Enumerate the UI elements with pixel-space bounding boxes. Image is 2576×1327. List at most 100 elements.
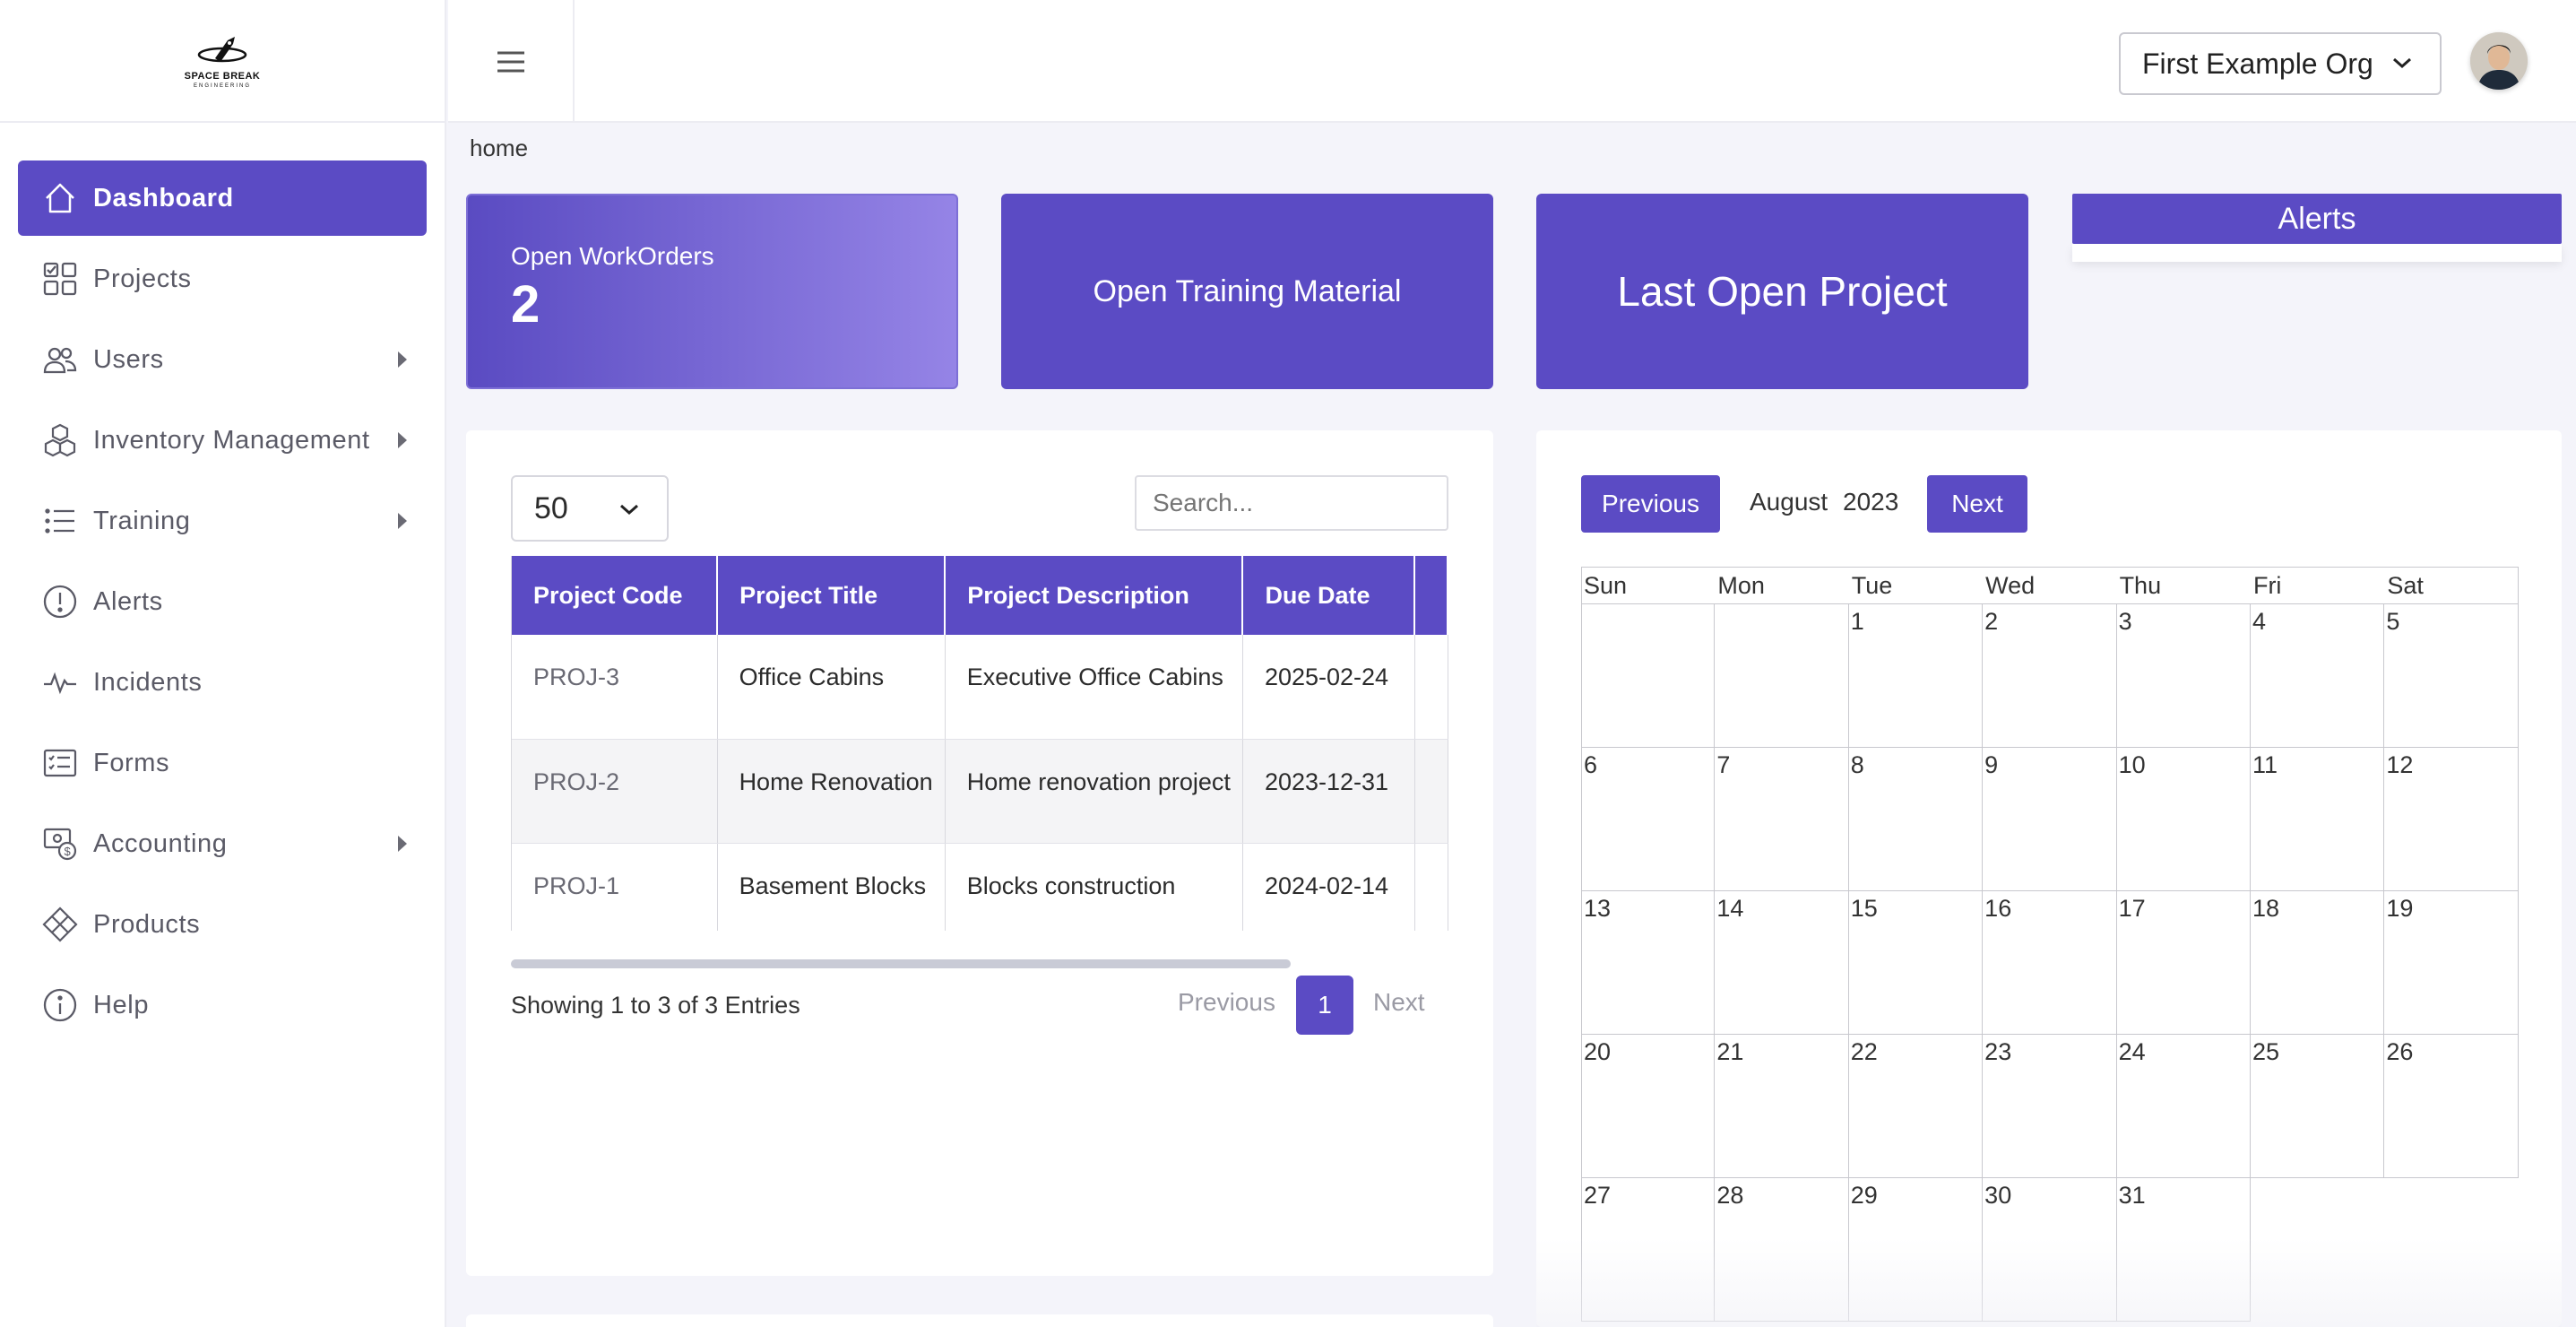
org-select-value: First Example Org <box>2142 47 2373 80</box>
project-code-cell: PROJ-2 <box>512 739 718 844</box>
calendar-day[interactable]: 4 <box>2250 604 2385 748</box>
column-header-project-code[interactable]: Project Code <box>512 556 719 635</box>
calendar-next-button[interactable]: Next <box>1927 475 2027 533</box>
table-entries-info: Showing 1 to 3 of 3 Entries <box>511 992 800 1019</box>
calendar-day[interactable]: 23 <box>1983 1035 2117 1178</box>
users-icon <box>41 341 79 378</box>
avatar[interactable] <box>2470 32 2528 90</box>
pagination-page-button[interactable]: 1 <box>1296 976 1353 1035</box>
table-search-input[interactable] <box>1135 475 1448 531</box>
sidebar-item-forms[interactable]: Forms <box>18 725 427 801</box>
calendar-day[interactable]: 8 <box>1848 748 1984 891</box>
calendar-day[interactable]: 24 <box>2116 1035 2251 1178</box>
calendar-day[interactable]: 30 <box>1983 1178 2117 1322</box>
calendar-day[interactable]: 6 <box>1581 748 1716 891</box>
column-header-project-description[interactable]: Project Description <box>945 556 1244 635</box>
calendar-day[interactable]: 16 <box>1983 891 2117 1035</box>
sidebar-nav: Dashboard Projects Users Inventory Manag… <box>0 123 445 1043</box>
calendar-day[interactable]: 2 <box>1983 604 2117 748</box>
project-code-cell: PROJ-3 <box>512 635 718 740</box>
sidebar-item-alerts[interactable]: Alerts <box>18 564 427 639</box>
column-header-due-date[interactable]: Due Date <box>1242 556 1416 635</box>
topbar: First Example Org <box>448 0 2576 123</box>
calendar-day[interactable]: 9 <box>1983 748 2117 891</box>
boxes-icon <box>41 421 79 459</box>
calendar-day[interactable]: 20 <box>1581 1035 1716 1178</box>
caret-right-icon <box>398 836 407 852</box>
calendar-day[interactable]: 22 <box>1848 1035 1984 1178</box>
sidebar-item-projects[interactable]: Projects <box>18 241 427 317</box>
calendar-day[interactable]: 31 <box>2116 1178 2251 1322</box>
chevron-down-icon <box>2393 57 2411 69</box>
table-header-row: Project Code Project Title Project Descr… <box>512 556 1448 635</box>
sidebar-item-label: Alerts <box>93 586 163 616</box>
project-title-cell: Home Renovation <box>717 739 946 844</box>
calendar-year: 2023 <box>1843 488 1899 516</box>
calendar-day[interactable]: 17 <box>2116 891 2251 1035</box>
calendar-day[interactable]: 14 <box>1715 891 1849 1035</box>
calendar-day[interactable]: 12 <box>2384 748 2519 891</box>
project-description-cell: Blocks construction <box>945 843 1243 931</box>
weekday-label: Wed <box>1985 572 2036 599</box>
extra-cell <box>1414 635 1448 740</box>
projects-table-scroll[interactable]: Project Code Project Title Project Descr… <box>511 556 1448 931</box>
sidebar-item-dashboard[interactable]: Dashboard <box>18 160 427 236</box>
calendar-day[interactable]: 3 <box>2116 604 2251 748</box>
calendar-day[interactable]: 18 <box>2250 891 2385 1035</box>
calendar-day[interactable]: 1 <box>1848 604 1984 748</box>
calendar-day[interactable]: 11 <box>2250 748 2385 891</box>
calendar-day[interactable]: 10 <box>2116 748 2251 891</box>
open-training-material-card[interactable]: Open Training Material <box>1001 194 1493 389</box>
sidebar-item-label: Accounting <box>93 828 228 858</box>
org-select[interactable]: First Example Org <box>2119 32 2442 95</box>
calendar-day[interactable]: 19 <box>2384 891 2519 1035</box>
calendar-day[interactable]: 21 <box>1715 1035 1849 1178</box>
sidebar-item-users[interactable]: Users <box>18 322 427 397</box>
chevron-down-icon <box>620 504 638 516</box>
open-workorders-card[interactable]: Open WorkOrders 2 <box>466 194 958 389</box>
calendar-day[interactable]: 13 <box>1581 891 1716 1035</box>
calendar-day[interactable]: 25 <box>2250 1035 2385 1178</box>
logo-text: SPACE BREAK <box>184 70 261 82</box>
table-horizontal-scrollbar[interactable] <box>511 959 1291 968</box>
table-row[interactable]: PROJ-2 Home Renovation Home renovation p… <box>512 739 1448 844</box>
calendar-day[interactable]: 26 <box>2384 1035 2519 1178</box>
sidebar-item-help[interactable]: Help <box>18 967 427 1043</box>
column-header-project-title[interactable]: Project Title <box>717 556 947 635</box>
list-icon <box>41 502 79 540</box>
calendar-month: August <box>1750 488 1828 516</box>
info-icon <box>41 986 79 1024</box>
company-logo[interactable]: SPACE BREAK ENGINEERING <box>185 33 261 89</box>
menu-toggle-button[interactable] <box>448 0 575 123</box>
sidebar-item-products[interactable]: Products <box>18 887 427 962</box>
open-training-material-label: Open Training Material <box>1093 273 1402 308</box>
calendar-day[interactable]: 7 <box>1715 748 1849 891</box>
entries-per-page-value: 50 <box>534 490 568 525</box>
calendar-day[interactable]: 5 <box>2384 604 2519 748</box>
project-description-cell: Executive Office Cabins <box>945 635 1243 740</box>
calendar-day[interactable]: 29 <box>1848 1178 1984 1322</box>
last-open-project-card[interactable]: Last Open Project <box>1536 194 2028 389</box>
calendar-day[interactable]: 27 <box>1581 1178 1716 1322</box>
calendar-day[interactable]: 15 <box>1848 891 1984 1035</box>
pagination-next-button[interactable]: Next <box>1373 988 1425 1017</box>
sidebar-item-label: Help <box>93 990 150 1019</box>
sidebar-item-inventory[interactable]: Inventory Management <box>18 403 427 478</box>
sidebar-item-accounting[interactable]: $ Accounting <box>18 806 427 881</box>
extra-cell <box>1414 843 1448 931</box>
breadcrumb[interactable]: home <box>470 134 528 162</box>
weekday-label: Sun <box>1584 572 1628 599</box>
calendar-previous-button[interactable]: Previous <box>1581 475 1720 533</box>
table-row[interactable]: PROJ-3 Office Cabins Executive Office Ca… <box>512 635 1448 740</box>
calendar-day[interactable]: 28 <box>1715 1178 1849 1322</box>
pagination-previous-button[interactable]: Previous <box>1178 988 1275 1017</box>
table-row[interactable]: PROJ-1 Basement Blocks Blocks constructi… <box>512 843 1448 931</box>
sidebar-item-training[interactable]: Training <box>18 483 427 559</box>
alerts-panel-body <box>2072 244 2562 262</box>
sidebar-item-label: Training <box>93 506 191 535</box>
entries-per-page-select[interactable]: 50 <box>511 475 669 542</box>
open-workorders-label: Open WorkOrders <box>511 242 714 270</box>
weekday-label: Sat <box>2387 572 2424 599</box>
sidebar-item-incidents[interactable]: Incidents <box>18 645 427 720</box>
svg-text:$: $ <box>65 845 72 858</box>
